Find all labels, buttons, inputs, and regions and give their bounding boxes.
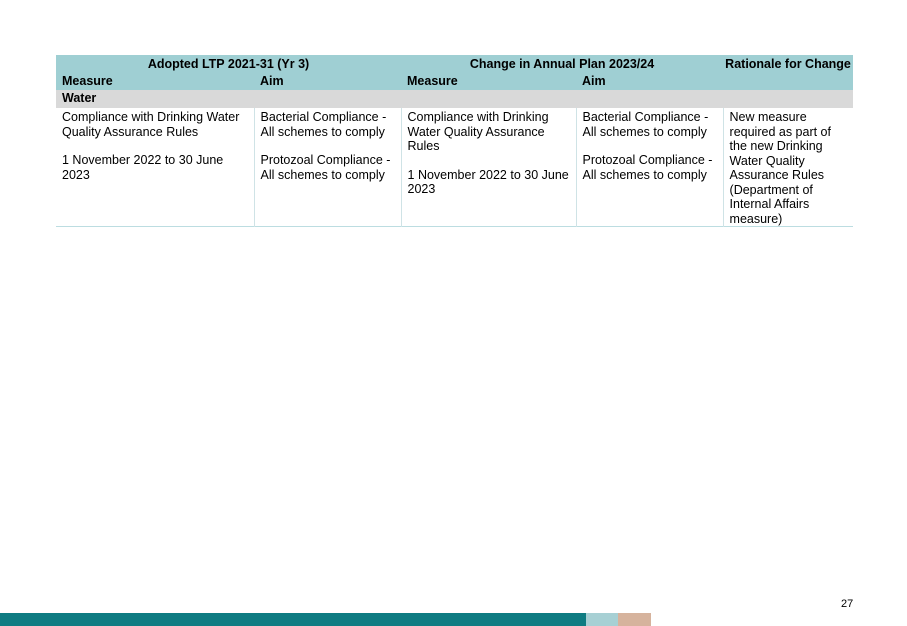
cell-paragraph: Compliance with Drinking Water Quality A… bbox=[62, 110, 240, 139]
footer-bar-light bbox=[586, 613, 618, 626]
cell-paragraph: Protozoal Compliance - All schemes to co… bbox=[582, 153, 713, 182]
cell-paragraph: 1 November 2022 to 30 June 2023 bbox=[407, 167, 569, 197]
cell-paragraph: 1 November 2022 to 30 June 2023 bbox=[62, 153, 224, 182]
aim-subheader: Aim bbox=[576, 74, 724, 90]
section-row-water: Water bbox=[56, 90, 854, 108]
footer-bar-teal bbox=[0, 613, 586, 626]
cell-paragraph: Compliance with Drinking Water Quality A… bbox=[407, 110, 549, 153]
aim-subheader: Aim bbox=[254, 74, 402, 90]
footer-bar-tan bbox=[618, 613, 651, 626]
cell-paragraph: Bacterial Compliance - All schemes to co… bbox=[582, 110, 709, 139]
header-group-row: Adopted LTP 2021-31 (Yr 3) Change in Ann… bbox=[56, 55, 854, 90]
measure-subheader: Measure bbox=[56, 74, 254, 90]
adopted-aim-cell: Bacterial Compliance - All schemes to co… bbox=[253, 108, 402, 227]
rationale-header: Rationale for Change bbox=[723, 55, 854, 90]
cell-paragraph: Bacterial Compliance - All schemes to co… bbox=[260, 110, 387, 139]
adopted-measure-cell: Compliance with Drinking Water Quality A… bbox=[56, 108, 254, 227]
water-measures-table: Adopted LTP 2021-31 (Yr 3) Change in Ann… bbox=[56, 55, 854, 227]
measure-subheader: Measure bbox=[401, 74, 577, 90]
adopted-ltp-header: Adopted LTP 2021-31 (Yr 3) bbox=[56, 55, 402, 74]
table-row: Compliance with Drinking Water Quality A… bbox=[56, 108, 854, 227]
change-aim-cell: Bacterial Compliance - All schemes to co… bbox=[575, 108, 724, 227]
page-number: 27 bbox=[841, 598, 854, 610]
section-fill bbox=[401, 90, 854, 108]
annual-plan-change-header: Change in Annual Plan 2023/24 bbox=[401, 55, 724, 74]
rationale-cell: New measure required as part of the new … bbox=[722, 108, 854, 227]
change-measure-cell: Compliance with Drinking Water Quality A… bbox=[400, 108, 577, 227]
cell-paragraph: Protozoal Compliance - All schemes to co… bbox=[260, 153, 391, 182]
section-label: Water bbox=[56, 90, 402, 108]
